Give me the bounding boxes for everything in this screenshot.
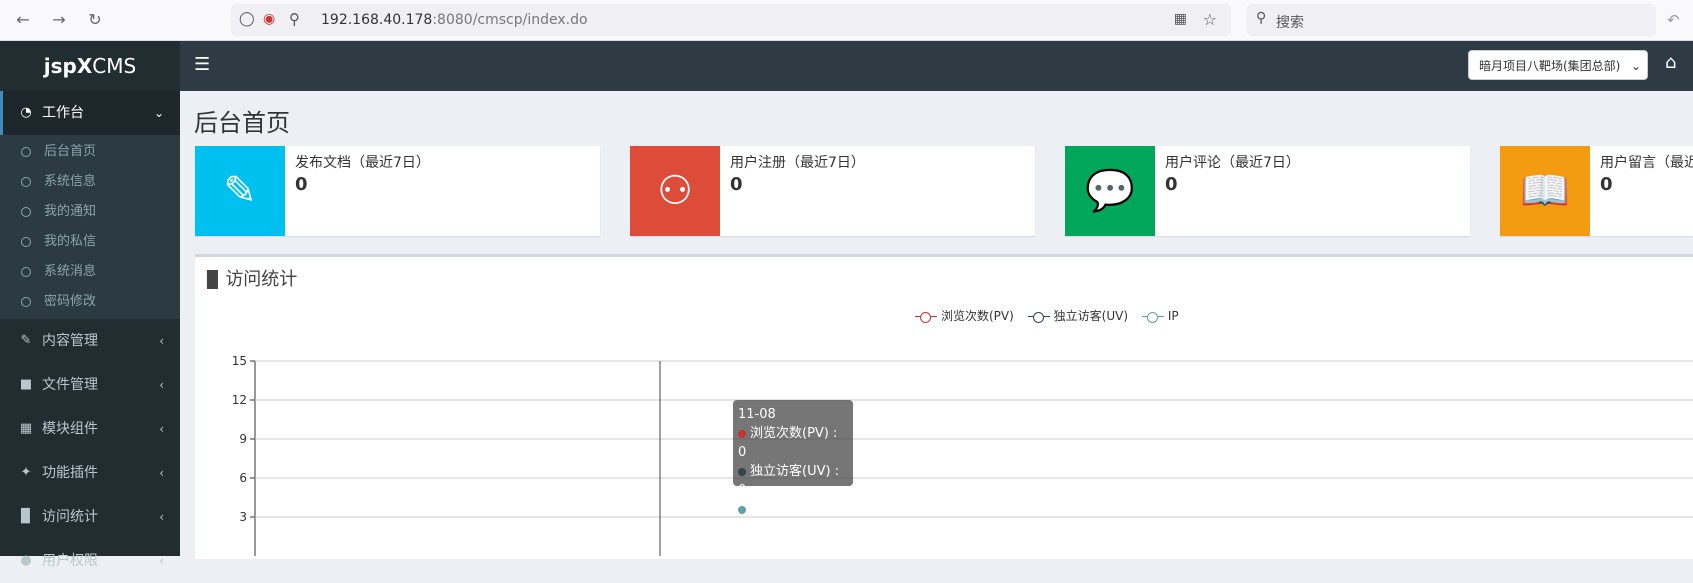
- main-content: 后台首页 ✎ 发布文档（最近7日） 0 ⚇ 用户注册（最近7日） 0 💬 用户评…: [180, 91, 1693, 559]
- bookmark-star-icon[interactable]: ☆: [1203, 10, 1217, 29]
- shield-icon[interactable]: ◯: [239, 11, 255, 27]
- tooltip-title: 11-08: [738, 407, 776, 422]
- comment-icon: 💬: [1065, 146, 1155, 236]
- sidebar-item-files[interactable]: ■ 文件管理 ‹: [0, 363, 180, 407]
- workbench-submenu: 后台首页 系统信息 我的通知 我的私信 系统消息 密码修改: [0, 135, 180, 319]
- permission-icon[interactable]: ◉: [263, 11, 275, 27]
- search-icon: ⚲: [1256, 10, 1267, 26]
- infobox-documents: ✎ 发布文档（最近7日） 0: [195, 146, 600, 236]
- sidebar-item-statistics[interactable]: ▉ 访问统计 ‹: [0, 495, 180, 539]
- undo-icon[interactable]: ↶: [1667, 11, 1680, 29]
- chevron-left-icon: ‹: [159, 510, 164, 524]
- y-tick-label: 6: [239, 471, 247, 485]
- app-header: jspXCMS ☰ 暗月项目八靶场(集团总部) ⌄ ⌂: [0, 41, 1693, 91]
- folder-icon: ■: [19, 377, 33, 392]
- edit-icon: ✎: [195, 146, 285, 236]
- menu-toggle-icon[interactable]: ☰: [194, 54, 210, 75]
- app-logo[interactable]: jspXCMS: [0, 41, 180, 91]
- sidebar-subitem-system-messages[interactable]: 系统消息: [0, 257, 180, 287]
- header-bar: ☰ 暗月项目八靶场(集团总部) ⌄ ⌂: [180, 41, 1693, 91]
- site-selector[interactable]: 暗月项目八靶场(集团总部) ⌄: [1468, 50, 1648, 80]
- page-title: 后台首页: [194, 109, 290, 137]
- sidebar-subitem-password[interactable]: 密码修改: [0, 287, 180, 317]
- chevron-left-icon: ‹: [159, 466, 164, 480]
- chevron-left-icon: ‹: [159, 334, 164, 348]
- book-icon: 📖: [1500, 146, 1590, 236]
- sidebar-item-permissions[interactable]: ● 用户权限 ‹: [0, 539, 180, 583]
- sidebar-item-plugins[interactable]: ✦ 功能插件 ‹: [0, 451, 180, 495]
- browser-search-box[interactable]: ⚲ 搜索: [1246, 4, 1656, 36]
- browser-toolbar: ← → ↻ ◯ ◉ ⚲ 192.168.40.178:8080/cmscp/in…: [0, 0, 1693, 41]
- user-icon: ●: [20, 553, 32, 568]
- address-bar[interactable]: ◯ ◉ ⚲ 192.168.40.178:8080/cmscp/index.do…: [231, 4, 1231, 36]
- users-icon: ⚇: [630, 146, 720, 236]
- chevron-left-icon: ‹: [159, 554, 164, 568]
- stats-panel: ▉ 访问统计 浏览次数(PV) 独立访客(UV) IP 15 12 9 6 3 11-08…: [195, 254, 1693, 559]
- y-tick-label: 3: [239, 510, 247, 524]
- bar-chart-icon: ▉: [21, 509, 31, 524]
- plug-icon: ✦: [20, 465, 32, 480]
- home-icon[interactable]: ⌂: [1665, 52, 1676, 73]
- circle-icon: [21, 207, 31, 217]
- visits-line-chart[interactable]: 15 12 9 6 3: [195, 257, 1693, 556]
- infobox-registrations: ⚇ 用户注册（最近7日） 0: [630, 146, 1035, 236]
- sidebar-subitem-private-messages[interactable]: 我的私信: [0, 227, 180, 257]
- reload-icon[interactable]: ↻: [86, 11, 104, 29]
- sidebar: ◔ 工作台 ⌄ 后台首页 系统信息 我的通知 我的私信 系统消息 密码修改 ✎ …: [0, 91, 180, 569]
- chevron-left-icon: ‹: [159, 378, 164, 392]
- tooltip-row-ip: IP : 0: [738, 500, 848, 519]
- qr-code-icon[interactable]: ▦: [1174, 11, 1187, 27]
- y-tick-label: 12: [232, 393, 247, 407]
- edit-icon: ✎: [20, 333, 32, 348]
- chevron-left-icon: ‹: [159, 422, 164, 436]
- tooltip-row-pv: 浏览次数(PV) : 0: [738, 426, 838, 460]
- circle-icon: [21, 267, 31, 277]
- url-text[interactable]: 192.168.40.178:8080/cmscp/index.do: [321, 12, 588, 28]
- infobox-messages: 📖 用户留言（最近7日） 0: [1500, 146, 1693, 236]
- search-placeholder: 搜索: [1276, 15, 1304, 31]
- circle-icon: [21, 177, 31, 187]
- chart-tooltip: 11-08 浏览次数(PV) : 0 独立访客(UV) : 0 IP : 0: [733, 400, 853, 517]
- sidebar-subitem-system-info[interactable]: 系统信息: [0, 167, 180, 197]
- sidebar-item-content[interactable]: ✎ 内容管理 ‹: [0, 319, 180, 363]
- dashboard-icon: ◔: [20, 105, 32, 120]
- infobox-comments: 💬 用户评论（最近7日） 0: [1065, 146, 1470, 236]
- circle-icon: [21, 237, 31, 247]
- forward-icon[interactable]: →: [50, 11, 68, 29]
- tooltip-row-uv: 独立访客(UV) : 0: [738, 464, 840, 498]
- sidebar-item-modules[interactable]: ▦ 模块组件 ‹: [0, 407, 180, 451]
- sidebar-subitem-home[interactable]: 后台首页: [0, 137, 180, 167]
- circle-icon: [21, 147, 31, 157]
- y-tick-label: 15: [232, 354, 247, 368]
- grid-icon: ▦: [19, 421, 33, 436]
- chevron-down-icon: ⌄: [1630, 59, 1641, 73]
- circle-icon: [21, 297, 31, 307]
- back-icon[interactable]: ←: [14, 11, 32, 29]
- chevron-down-icon: ⌄: [153, 106, 164, 120]
- sidebar-subitem-notifications[interactable]: 我的通知: [0, 197, 180, 227]
- sidebar-item-workbench[interactable]: ◔ 工作台 ⌄: [0, 91, 180, 135]
- y-tick-label: 9: [239, 432, 247, 446]
- key-icon[interactable]: ⚲: [289, 10, 300, 28]
